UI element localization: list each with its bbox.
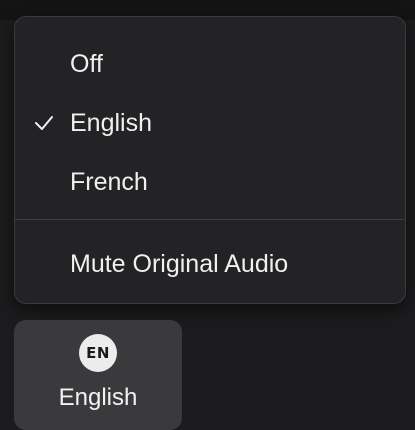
- menu-divider: [15, 219, 405, 220]
- translation-language-menu: Off English French Mute Original Audio: [14, 16, 406, 304]
- menu-item-label: Off: [70, 49, 103, 78]
- language-badge-icon: EN: [79, 334, 117, 372]
- language-button-label: English: [58, 384, 138, 411]
- menu-item-mute-original-audio[interactable]: Mute Original Audio: [15, 239, 405, 289]
- checkmark-icon: [35, 116, 53, 130]
- menu-item-label: English: [70, 108, 152, 137]
- menu-item-label: French: [70, 167, 148, 196]
- language-interpretation-button[interactable]: EN English: [14, 320, 182, 430]
- menu-item-english[interactable]: English: [15, 98, 405, 148]
- menu-item-label: Mute Original Audio: [70, 249, 289, 278]
- menu-item-off[interactable]: Off: [15, 39, 405, 89]
- menu-item-french[interactable]: French: [15, 157, 405, 207]
